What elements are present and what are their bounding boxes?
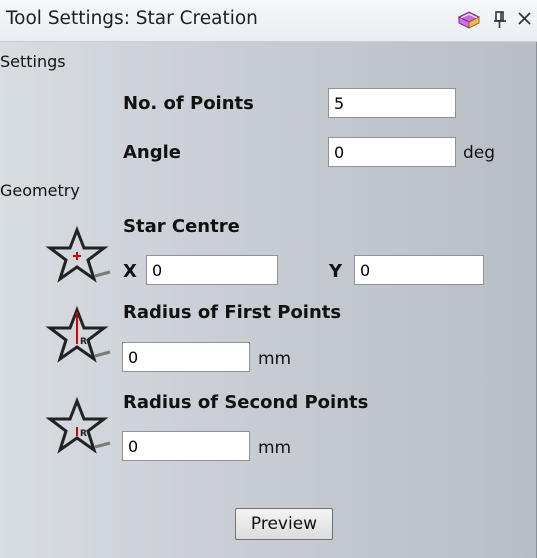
second-radius-label: Radius of Second Points (123, 392, 369, 413)
second-radius-input[interactable] (122, 431, 250, 461)
second-radius-unit: mm (258, 438, 292, 458)
preview-button[interactable]: Preview (235, 508, 333, 540)
points-label: No. of Points (123, 93, 254, 114)
y-input[interactable] (354, 255, 484, 285)
angle-input[interactable] (328, 137, 456, 167)
book-icon[interactable] (456, 9, 482, 37)
points-input[interactable] (328, 88, 456, 118)
star-centre-label: Star Centre (123, 216, 240, 237)
first-radius-input[interactable] (122, 342, 250, 372)
angle-unit: deg (463, 143, 496, 163)
second-radius-star-icon: R (44, 396, 114, 467)
svg-text:R: R (80, 337, 87, 347)
y-label: Y (329, 261, 343, 282)
tool-settings-panel: Tool Settings: Star Creation Settings No… (0, 0, 537, 558)
title-bar: Tool Settings: Star Creation (0, 0, 537, 42)
settings-section-label: Settings (0, 52, 66, 71)
star-centre-icon (44, 225, 114, 296)
pin-icon[interactable] (492, 9, 508, 35)
geometry-section-label: Geometry (0, 181, 80, 200)
close-icon[interactable] (516, 6, 534, 34)
first-radius-star-icon: R (44, 305, 114, 376)
angle-label: Angle (123, 142, 182, 163)
first-radius-label: Radius of First Points (123, 302, 342, 323)
x-label: X (123, 261, 137, 282)
panel-title: Tool Settings: Star Creation (6, 8, 258, 29)
x-input[interactable] (146, 255, 278, 285)
first-radius-unit: mm (258, 349, 292, 369)
svg-text:R: R (80, 429, 87, 439)
